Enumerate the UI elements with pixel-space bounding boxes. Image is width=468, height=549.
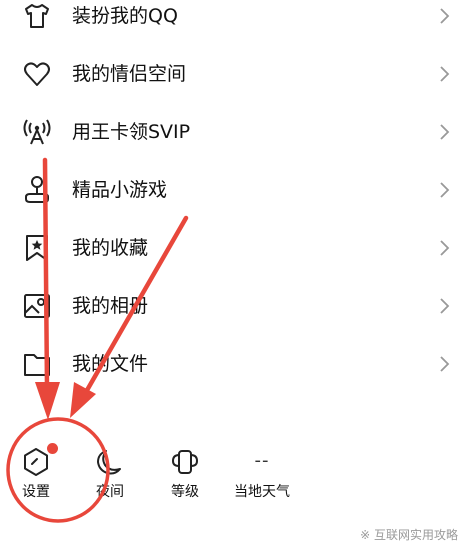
chevron-right-icon xyxy=(438,297,450,315)
moon-icon xyxy=(94,446,126,478)
menu-item-label: 精品小游戏 xyxy=(72,179,168,201)
level-label: 等级 xyxy=(171,484,199,500)
photo-album-icon xyxy=(22,291,52,321)
watermark: ※ 互联网实用攻略 xyxy=(360,528,458,542)
chevron-right-icon xyxy=(438,181,450,199)
level-button[interactable]: 等级 xyxy=(157,436,213,506)
menu-item-couple-space[interactable]: 我的情侣空间 xyxy=(0,46,468,104)
chevron-right-icon xyxy=(438,65,450,83)
shirt-icon xyxy=(22,1,52,31)
menu-item-favorites[interactable]: 我的收藏 xyxy=(0,220,468,278)
heart-icon xyxy=(22,59,52,89)
chevron-right-icon xyxy=(438,7,450,25)
bookmark-star-icon xyxy=(22,233,52,263)
folder-icon xyxy=(22,349,52,379)
settings-label: 设置 xyxy=(22,484,50,500)
menu-item-label: 我的收藏 xyxy=(72,237,149,259)
menu-item-label: 用王卡领SVIP xyxy=(72,121,191,143)
chevron-right-icon xyxy=(438,239,450,257)
joystick-icon xyxy=(22,175,52,205)
weather-value: -- xyxy=(254,450,270,471)
night-mode-button[interactable]: 夜间 xyxy=(82,436,138,506)
night-mode-label: 夜间 xyxy=(96,484,124,500)
menu-item-mini-games[interactable]: 精品小游戏 xyxy=(0,162,468,220)
menu-item-wangka-svip[interactable]: 用王卡领SVIP xyxy=(0,104,468,162)
notification-badge xyxy=(47,443,58,454)
menu-item-label: 我的相册 xyxy=(72,295,149,317)
level-badge-icon xyxy=(169,446,201,478)
menu-item-photo-album[interactable]: 我的相册 xyxy=(0,278,468,336)
signal-tower-icon xyxy=(22,117,52,147)
menu-item-label: 装扮我的QQ xyxy=(72,5,178,27)
menu-item-dress-up[interactable]: 装扮我的QQ xyxy=(0,0,468,46)
local-weather-button[interactable]: -- 当地天气 xyxy=(224,436,300,506)
menu-item-label: 我的情侣空间 xyxy=(72,63,187,85)
chevron-right-icon xyxy=(438,355,450,373)
weather-label: 当地天气 xyxy=(234,484,290,500)
menu-item-label: 我的文件 xyxy=(72,353,149,375)
chevron-right-icon xyxy=(438,123,450,141)
bottom-bar: 设置 夜间 等级 -- 当地天气 xyxy=(0,436,468,516)
menu-item-files[interactable]: 我的文件 xyxy=(0,336,468,394)
